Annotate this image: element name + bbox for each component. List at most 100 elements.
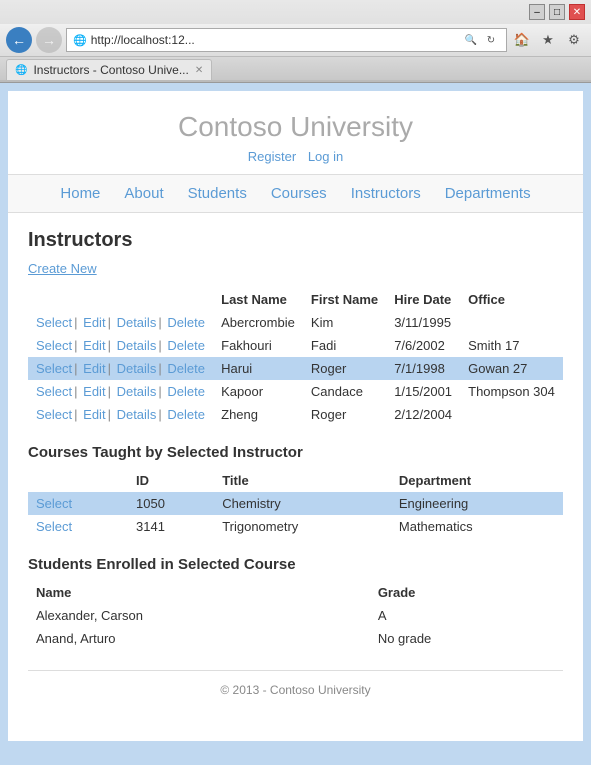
course-select-action: Select [28, 515, 128, 538]
course-select-link[interactable]: Select [36, 496, 72, 511]
select-link[interactable]: Select [36, 384, 72, 399]
nav-bar: ← → 🌐 http://localhost:12... 🔍 ↻ 🏠 ★ ⚙ [0, 24, 591, 57]
office [460, 403, 563, 426]
login-link[interactable]: Log in [308, 149, 343, 164]
close-button[interactable]: ✕ [569, 4, 585, 20]
delete-link[interactable]: Delete [167, 361, 205, 376]
course-row: Select 1050 Chemistry Engineering [28, 492, 563, 515]
edit-link[interactable]: Edit [83, 384, 105, 399]
nav-home[interactable]: Home [60, 185, 100, 202]
minimize-button[interactable]: – [529, 4, 545, 20]
student-grade: A [370, 604, 563, 627]
select-link[interactable]: Select [36, 338, 72, 353]
first-name: Candace [303, 380, 386, 403]
details-link[interactable]: Details [117, 315, 157, 330]
course-select-link[interactable]: Select [36, 519, 72, 534]
forward-button[interactable]: → [36, 27, 62, 53]
main-nav: Home About Students Courses Instructors … [8, 175, 583, 213]
nav-instructors[interactable]: Instructors [351, 185, 421, 202]
first-name: Roger [303, 357, 386, 380]
select-link[interactable]: Select [36, 407, 72, 422]
course-department: Mathematics [391, 515, 563, 538]
row-actions: Select| Edit| Details| Delete [28, 403, 213, 426]
table-row: Select| Edit| Details| Delete Kapoor Can… [28, 380, 563, 403]
home-icon[interactable]: 🏠 [511, 29, 533, 51]
footer-text: © 2013 - Contoso University [220, 683, 370, 697]
header-row: Last Name First Name Hire Date Office [28, 288, 563, 311]
instructors-table-head: Last Name First Name Hire Date Office [28, 288, 563, 311]
hire-date: 2/12/2004 [386, 403, 460, 426]
register-link[interactable]: Register [248, 149, 296, 164]
students-header-row: Name Grade [28, 581, 563, 604]
last-name: Harui [213, 357, 303, 380]
student-row: Alexander, Carson A [28, 604, 563, 627]
edit-link[interactable]: Edit [83, 407, 105, 422]
edit-link[interactable]: Edit [83, 361, 105, 376]
refresh-btn[interactable]: ↻ [482, 31, 500, 49]
office [460, 311, 563, 334]
browser-chrome: – □ ✕ ← → 🌐 http://localhost:12... 🔍 ↻ 🏠… [0, 0, 591, 83]
delete-link[interactable]: Delete [167, 338, 205, 353]
course-title: Trigonometry [214, 515, 391, 538]
students-table: Name Grade Alexander, Carson A Anand, Ar… [28, 581, 563, 650]
select-link[interactable]: Select [36, 361, 72, 376]
nav-students[interactable]: Students [188, 185, 247, 202]
delete-link[interactable]: Delete [167, 407, 205, 422]
nav-departments[interactable]: Departments [445, 185, 531, 202]
last-name: Kapoor [213, 380, 303, 403]
col-grade: Grade [370, 581, 563, 604]
tab-close-button[interactable]: ✕ [195, 65, 203, 76]
search-addr-btn[interactable]: 🔍 [462, 31, 480, 49]
last-name: Fakhouri [213, 334, 303, 357]
table-row: Select| Edit| Details| Delete Harui Roge… [28, 357, 563, 380]
settings-icon[interactable]: ⚙ [563, 29, 585, 51]
active-tab[interactable]: 🌐 Instructors - Contoso Unive... ✕ [6, 59, 212, 80]
favorites-icon[interactable]: ★ [537, 29, 559, 51]
back-button[interactable]: ← [6, 27, 32, 53]
hire-date: 7/1/1998 [386, 357, 460, 380]
edit-link[interactable]: Edit [83, 338, 105, 353]
select-link[interactable]: Select [36, 315, 72, 330]
details-link[interactable]: Details [117, 407, 157, 422]
address-icon: 🌐 [73, 34, 87, 47]
delete-link[interactable]: Delete [167, 315, 205, 330]
col-title: Title [214, 469, 391, 492]
col-department: Department [391, 469, 563, 492]
table-row: Select| Edit| Details| Delete Abercrombi… [28, 311, 563, 334]
courses-table-head: ID Title Department [28, 469, 563, 492]
edit-link[interactable]: Edit [83, 315, 105, 330]
first-name: Kim [303, 311, 386, 334]
first-name: Roger [303, 403, 386, 426]
instructors-table: Last Name First Name Hire Date Office Se… [28, 288, 563, 426]
maximize-button[interactable]: □ [549, 4, 565, 20]
student-name: Anand, Arturo [28, 627, 370, 650]
course-title: Chemistry [214, 492, 391, 515]
nav-about[interactable]: About [124, 185, 163, 202]
students-section: Students Enrolled in Selected Course Nam… [28, 556, 563, 650]
row-actions: Select| Edit| Details| Delete [28, 380, 213, 403]
course-id: 1050 [128, 492, 214, 515]
student-row: Anand, Arturo No grade [28, 627, 563, 650]
hire-date: 7/6/2002 [386, 334, 460, 357]
courses-table-body: Select 1050 Chemistry Engineering Select… [28, 492, 563, 538]
col-id: ID [128, 469, 214, 492]
tab-icon: 🌐 [15, 65, 27, 76]
address-bar[interactable]: 🌐 http://localhost:12... 🔍 ↻ [66, 28, 507, 52]
course-row: Select 3141 Trigonometry Mathematics [28, 515, 563, 538]
create-new-link[interactable]: Create New [28, 261, 97, 276]
students-table-body: Alexander, Carson A Anand, Arturo No gra… [28, 604, 563, 650]
details-link[interactable]: Details [117, 361, 157, 376]
col-name: Name [28, 581, 370, 604]
details-link[interactable]: Details [117, 384, 157, 399]
students-table-head: Name Grade [28, 581, 563, 604]
last-name: Zheng [213, 403, 303, 426]
col-office: Office [460, 288, 563, 311]
page-heading: Instructors [28, 229, 563, 252]
title-bar: – □ ✕ [0, 0, 591, 24]
first-name: Fadi [303, 334, 386, 357]
content-area: Instructors Create New Last Name First N… [8, 213, 583, 725]
details-link[interactable]: Details [117, 338, 157, 353]
delete-link[interactable]: Delete [167, 384, 205, 399]
nav-courses[interactable]: Courses [271, 185, 327, 202]
students-section-title: Students Enrolled in Selected Course [28, 556, 563, 573]
